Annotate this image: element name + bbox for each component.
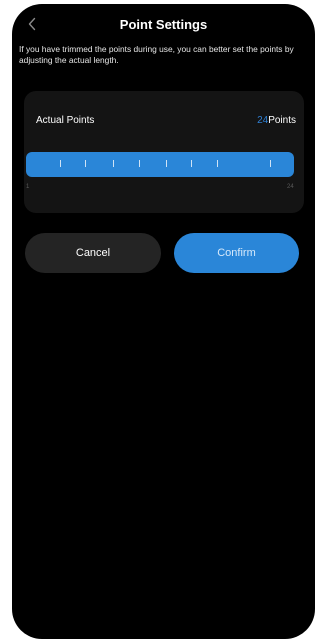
points-slider[interactable]	[26, 152, 294, 177]
actual-points-value: 24Points	[257, 115, 296, 126]
points-number: 24	[257, 115, 269, 126]
slider-max-label: 24	[287, 184, 294, 190]
slider-tick	[270, 160, 271, 167]
slider-min-label: 1	[26, 184, 30, 190]
slider-tick	[191, 160, 192, 167]
slider-tick	[85, 160, 86, 167]
points-unit: Points	[268, 115, 296, 126]
slider-tick	[113, 160, 114, 167]
confirm-button[interactable]: Confirm	[174, 233, 299, 273]
phone-screen: Point Settings If you have trimmed the p…	[12, 4, 315, 639]
description-text: If you have trimmed the points during us…	[19, 44, 294, 65]
cancel-button[interactable]: Cancel	[25, 233, 161, 273]
header: Point Settings	[12, 4, 315, 40]
page-title: Point Settings	[119, 17, 208, 32]
slider-tick	[60, 160, 61, 167]
slider-tick	[139, 160, 140, 167]
actual-points-label: Actual Points	[36, 115, 95, 126]
slider-tick	[217, 160, 218, 167]
slider-tick	[166, 160, 167, 167]
